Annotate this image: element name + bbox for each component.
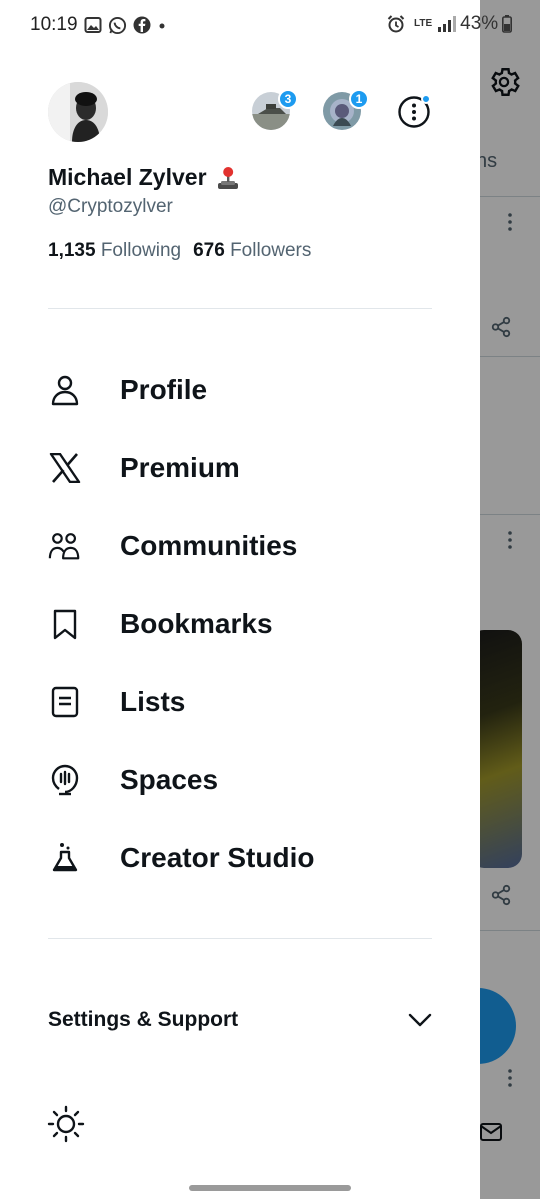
network-type: LTE	[414, 18, 433, 29]
followers-count: 676	[193, 240, 225, 261]
battery-percent: 43%	[460, 13, 499, 34]
user-handle: @Cryptozylver	[48, 196, 173, 217]
menu-label: Premium	[120, 452, 240, 483]
menu-label: Communities	[120, 530, 298, 561]
profile-avatar[interactable]	[48, 82, 108, 142]
spaces-icon	[48, 763, 82, 797]
alarm-icon	[387, 15, 405, 33]
notification-icons	[84, 15, 167, 35]
menu-label: Spaces	[120, 764, 219, 795]
account-notification-badge: 1	[349, 89, 369, 109]
menu-label: Lists	[120, 686, 186, 717]
divider	[48, 308, 432, 309]
joystick-emoji-icon	[217, 166, 238, 189]
gallery-icon	[84, 17, 102, 33]
flask-icon	[48, 841, 82, 875]
communities-icon	[48, 529, 82, 563]
follow-counts: 1,135 Following 676 Followers	[48, 240, 311, 262]
followers-label: Followers	[230, 240, 312, 261]
display-name-text: Michael Zylver	[48, 164, 207, 190]
menu-item-creator-studio[interactable]: Creator Studio	[48, 830, 432, 886]
display-name[interactable]: Michael Zylver	[48, 164, 241, 191]
settings-support-label: Settings & Support	[48, 1008, 239, 1031]
menu-item-bookmarks[interactable]: Bookmarks	[48, 596, 432, 652]
account-notification-badge: 3	[278, 89, 298, 109]
list-icon	[48, 685, 82, 719]
following-label: Following	[100, 240, 182, 261]
settings-support-toggle[interactable]: Settings & Support	[48, 998, 432, 1042]
signal-icon	[438, 16, 457, 32]
following-count: 1,135	[48, 240, 96, 261]
status-bar: 10:19 LTE 43%	[0, 0, 540, 52]
menu-item-spaces[interactable]: Spaces	[48, 752, 432, 808]
dot-icon	[159, 23, 165, 29]
followers-link[interactable]: 676 Followers	[193, 240, 311, 262]
menu-label: Profile	[120, 374, 208, 405]
divider	[48, 938, 432, 939]
status-right: LTE 43%	[386, 12, 513, 36]
battery-icon	[502, 15, 513, 33]
more-options-indicator	[421, 94, 431, 104]
menu-label: Bookmarks	[120, 608, 273, 639]
menu-item-communities[interactable]: Communities	[48, 518, 432, 574]
person-icon	[48, 373, 82, 407]
menu-item-premium[interactable]: Premium	[48, 440, 432, 496]
avatar-image	[48, 82, 108, 142]
chevron-down-icon	[408, 1013, 432, 1027]
facebook-icon	[133, 16, 151, 34]
status-time: 10:19	[30, 14, 78, 35]
x-logo-icon	[48, 451, 82, 485]
whatsapp-icon	[108, 16, 127, 34]
navigation-drawer: 10:19 LTE 43% 3 1 Michael Zylver @Crypto…	[0, 0, 513, 1199]
theme-toggle-sun-icon[interactable]	[46, 1104, 86, 1144]
gesture-home-bar[interactable]	[189, 1185, 351, 1191]
menu-label: Creator Studio	[120, 842, 315, 873]
following-link[interactable]: 1,135 Following	[48, 240, 181, 262]
menu-item-profile[interactable]: Profile	[48, 362, 432, 418]
menu-item-lists[interactable]: Lists	[48, 674, 432, 730]
bookmark-icon	[48, 607, 82, 641]
